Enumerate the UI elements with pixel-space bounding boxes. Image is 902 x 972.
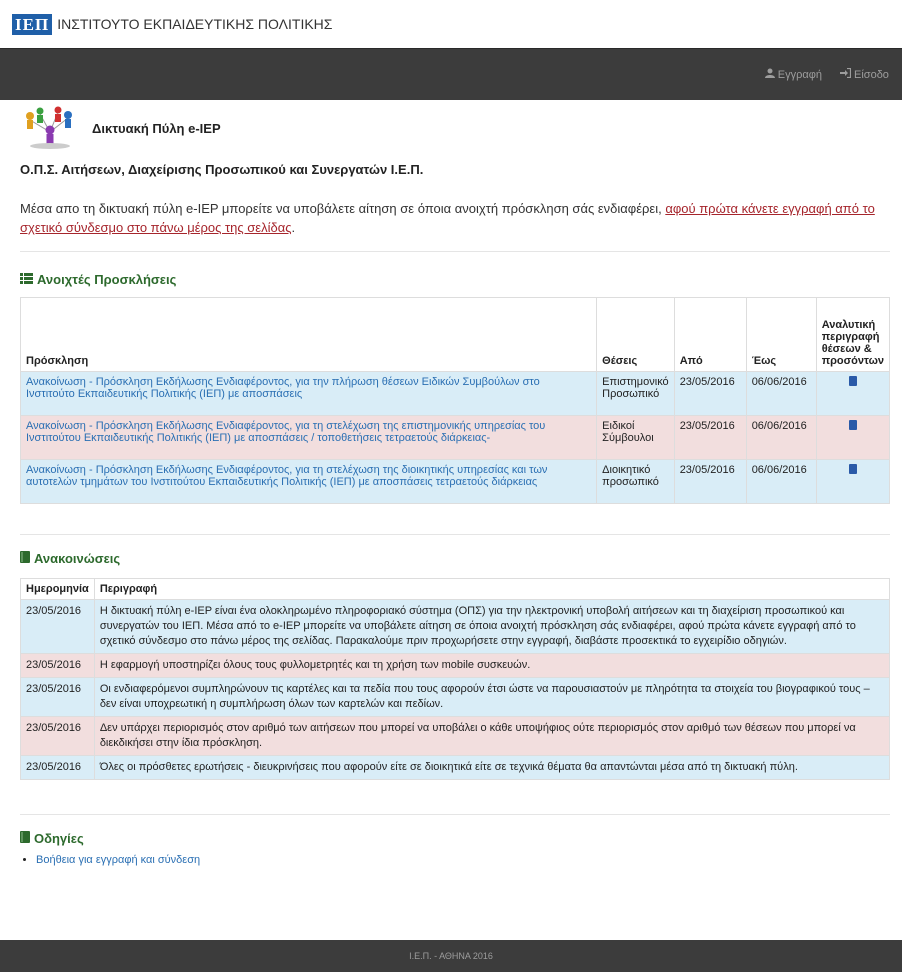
table-row: 23/05/2016 Οι ενδιαφερόμενοι συμπληρώνου… [20,677,891,717]
divider [20,534,890,535]
col-invitation: Πρόσκληση [19,297,598,372]
col-date: Ημερομηνία [20,578,95,600]
announcements-table: Ημερομηνία Περιγραφή 23/05/2016 Η δικτυα… [20,578,891,780]
table-row: 23/05/2016 Δεν υπάρχει περιορισμός στον … [20,716,891,756]
main-content: Δικτυακή Πύλη e-IEP Ο.Π.Σ. Αιτήσεων, Δια… [0,106,902,866]
login-link[interactable]: Είσοδο [840,67,902,81]
people-network-icon [20,106,78,150]
invitations-table: Πρόσκληση Θέσεις Από Έως Αναλυτική περιγ… [19,297,891,504]
col-description: Περιγραφή [93,578,891,600]
invitation-link[interactable]: Ανακοίνωση - Πρόσκληση Εκδήλωσης Ενδιαφέ… [26,376,540,400]
table-row: Ανακοίνωση - Πρόσκληση Εκδήλωσης Ενδιαφέ… [19,459,891,504]
table-row: Ανακοίνωση - Πρόσκληση Εκδήλωσης Ενδιαφέ… [19,371,891,416]
col-from: Από [673,297,747,372]
invitation-link[interactable]: Ανακοίνωση - Πρόσκληση Εκδήλωσης Ενδιαφέ… [26,464,547,488]
org-name: ΙΝΣΤΙΤΟΥΤΟ ΕΚΠΑΙΔΕΥΤΙΚΗΣ ΠΟΛΙΤΙΚΗΣ [57,16,333,32]
table-row: 23/05/2016 Η εφαρμογή υποστηρίζει όλους … [20,653,891,678]
col-details: Αναλυτική περιγραφή θέσεων & προσόντων [815,297,891,372]
guides-list: Βοήθεια για εγγραφή και σύνδεση [20,854,890,866]
help-registration-link[interactable]: Βοήθεια για εγγραφή και σύνδεση [36,854,200,866]
portal-heading: Δικτυακή Πύλη e-IEP [20,106,890,150]
intro-text: Μέσα απο τη δικτυακή πύλη e-IEP μπορείτε… [20,201,875,235]
list-icon [20,272,33,287]
announcements-heading: Ανακοινώσεις [20,551,890,566]
table-row: Ανακοίνωση - Πρόσκληση Εκδήλωσης Ενδιαφέ… [19,415,891,460]
invitations-heading: Ανοιχτές Προσκλήσεις [20,272,890,287]
site-footer: Ι.Ε.Π. - ΑΘΗΝΑ 2016 [0,940,902,972]
book-icon[interactable] [848,464,857,474]
table-row: 23/05/2016 Όλες οι πρόσθετες ερωτήσεις -… [20,755,891,780]
col-to: Έως [745,297,817,372]
login-icon [840,67,852,81]
book-icon[interactable] [848,420,857,430]
iep-logo[interactable]: ΙΕΠ [12,13,53,35]
portal-title: Δικτυακή Πύλη e-IEP [92,120,221,136]
list-item: Βοήθεια για εγγραφή και σύνδεση [36,854,890,866]
book-icon[interactable] [848,376,857,386]
site-header: ΙΕΠ ΙΝΣΤΙΤΟΥΤΟ ΕΚΠΑΙΔΕΥΤΙΚΗΣ ΠΟΛΙΤΙΚΗΣ [0,0,902,48]
ops-title: Ο.Π.Σ. Αιτήσεων, Διαχείρισης Προσωπικού … [20,162,424,177]
top-navbar: Εγγραφή Είσοδο [0,48,902,100]
register-link[interactable]: Εγγραφή [764,68,822,81]
book-icon [20,831,30,846]
divider [20,251,890,252]
user-icon [764,68,775,81]
table-row: 23/05/2016 Η δικτυακή πύλη e-IEP είναι έ… [20,599,891,654]
guides-heading: Οδηγίες [20,831,890,846]
invitation-link[interactable]: Ανακοίνωση - Πρόσκληση Εκδήλωσης Ενδιαφέ… [26,420,545,444]
book-icon [20,551,30,566]
divider [20,814,890,815]
col-positions: Θέσεις [596,297,675,372]
